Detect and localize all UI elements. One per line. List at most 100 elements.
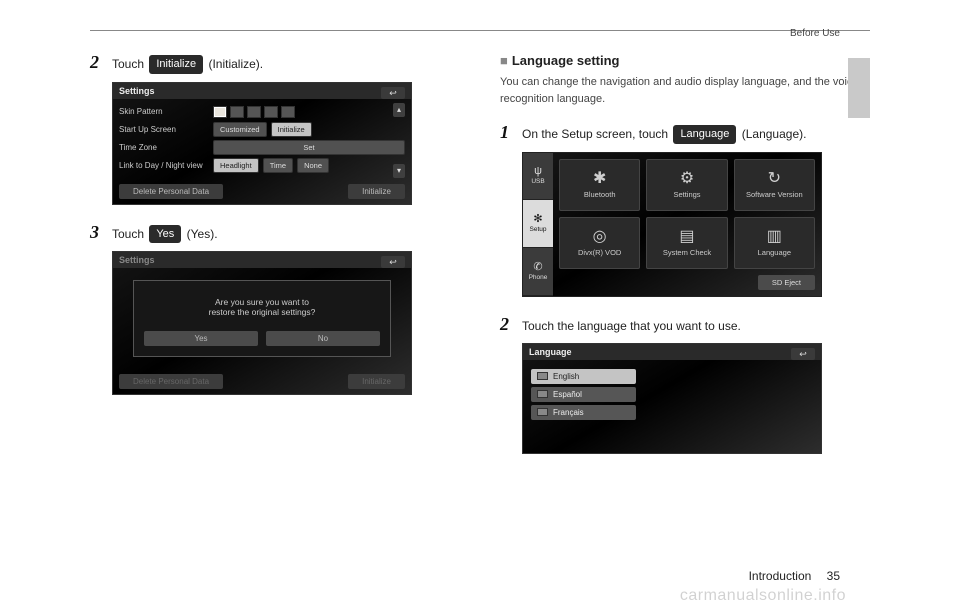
step-number: 2 (500, 315, 522, 335)
row-label: Start Up Screen (119, 125, 209, 134)
software-version-tile[interactable]: ↻ Software Version (734, 159, 815, 211)
chapter-name: Introduction (749, 569, 812, 583)
left-column: 2 Touch Initialize (Initialize). Setting… (90, 53, 460, 472)
book-icon: ▥ (767, 229, 782, 245)
step-2: 2 Touch Initialize (Initialize). (90, 53, 460, 74)
option-label: English (553, 372, 579, 381)
phone-tab[interactable]: ✆Phone (523, 248, 553, 296)
delete-personal-data-button[interactable]: Delete Personal Data (119, 184, 223, 199)
intro-text: You can change the navigation and audio … (500, 74, 870, 107)
step-text: Touch Yes (Yes). (112, 223, 218, 244)
no-button[interactable]: No (266, 331, 380, 346)
tab-label: Phone (529, 274, 548, 281)
set-button[interactable]: Set (213, 140, 405, 155)
text: (Initialize). (205, 57, 263, 71)
page-tab (848, 58, 870, 118)
system-check-tile[interactable]: ▤ System Check (646, 217, 727, 269)
shot-title: Language (523, 344, 821, 360)
customized-button[interactable]: Customized (213, 122, 267, 137)
swatch[interactable] (281, 106, 295, 118)
initialize-footer-button: Initialize (348, 374, 405, 389)
step-number: 2 (90, 53, 112, 74)
swatch[interactable] (213, 106, 227, 118)
bluetooth-tile[interactable]: ✱ Bluetooth (559, 159, 640, 211)
sd-eject-button[interactable]: SD Eject (758, 275, 815, 290)
yes-button[interactable]: Yes (144, 331, 258, 346)
language-chip: Language (673, 125, 736, 144)
shot-title: Settings (113, 252, 411, 268)
shot-title: Settings (113, 83, 411, 99)
row-label: Skin Pattern (119, 107, 209, 116)
language-option-spanish[interactable]: Español (531, 387, 636, 402)
right-column: ■ Language setting You can change the nav… (500, 53, 870, 472)
back-icon[interactable]: ↩ (791, 348, 815, 360)
tile-label: System Check (663, 248, 711, 257)
gear-icon: ⚙ (680, 171, 694, 187)
page-number: 35 (827, 569, 840, 583)
section-heading: ■ Language setting (500, 53, 870, 68)
step-text: Touch the language that you want to use. (522, 315, 741, 335)
step-3: 3 Touch Yes (Yes). (90, 223, 460, 244)
setup-screen-screenshot: ψUSB ✻Setup ✆Phone ✱Bluetooth ⚙Settings … (522, 152, 822, 297)
header-rule (90, 30, 870, 31)
skin-swatches[interactable] (213, 106, 295, 118)
step-text: Touch Initialize (Initialize). (112, 53, 263, 74)
usb-icon: ψ (534, 166, 542, 177)
flag-icon (537, 372, 548, 380)
confirm-dialog: Are you sure you want to restore the ori… (133, 280, 391, 357)
initialize-button[interactable]: Initialize (271, 122, 312, 137)
settings-tile[interactable]: ⚙ Settings (646, 159, 727, 211)
text: (Language). (738, 127, 806, 141)
phone-icon: ✆ (533, 262, 542, 273)
headlight-button[interactable]: Headlight (213, 158, 259, 173)
flag-icon (537, 390, 548, 398)
manual-page: Before Use 2 Touch Initialize (Initializ… (0, 0, 870, 611)
scroll-up-icon[interactable]: ▴ (393, 103, 405, 117)
time-button[interactable]: Time (263, 158, 293, 173)
usb-tab[interactable]: ψUSB (523, 153, 553, 201)
text: (Yes). (183, 227, 217, 241)
tile-label: Software Version (746, 190, 803, 199)
step-number: 3 (90, 223, 112, 244)
swatch[interactable] (230, 106, 244, 118)
dialog-line: restore the original settings? (144, 307, 380, 317)
back-icon[interactable]: ↩ (381, 87, 405, 99)
step-number: 1 (500, 123, 522, 144)
bluetooth-icon: ✱ (593, 171, 606, 187)
language-option-english[interactable]: English (531, 369, 636, 384)
back-icon[interactable]: ↩ (381, 256, 405, 268)
refresh-icon: ↻ (768, 171, 781, 187)
setup-tab[interactable]: ✻Setup (523, 200, 553, 248)
settings-screenshot: Settings ↩ ▴ ▾ Skin Pattern (112, 82, 412, 205)
tile-label: Bluetooth (584, 190, 616, 199)
initialize-footer-button[interactable]: Initialize (348, 184, 405, 199)
disc-icon: ◎ (593, 229, 607, 245)
swatch[interactable] (264, 106, 278, 118)
tile-label: Language (758, 248, 791, 257)
page-footer: Introduction 35 (749, 569, 840, 583)
divx-tile[interactable]: ◎ Divx(R) VOD (559, 217, 640, 269)
flag-icon (537, 408, 548, 416)
yes-chip: Yes (149, 225, 181, 244)
tile-label: Settings (673, 190, 700, 199)
language-option-french[interactable]: Français (531, 405, 636, 420)
dialog-line: Are you sure you want to (144, 297, 380, 307)
text: Touch (112, 57, 147, 71)
heading-text: Language setting (512, 53, 620, 68)
option-label: Français (553, 408, 584, 417)
swatch[interactable] (247, 106, 261, 118)
scroll-down-icon[interactable]: ▾ (393, 164, 405, 178)
tab-label: USB (531, 178, 544, 185)
step-text: On the Setup screen, touch Language (Lan… (522, 123, 806, 144)
confirm-dialog-screenshot: Settings ↩ Are you sure you want to rest… (112, 251, 412, 395)
tile-label: Divx(R) VOD (578, 248, 621, 257)
text: Touch (112, 227, 147, 241)
side-tabs: ψUSB ✻Setup ✆Phone (523, 153, 553, 296)
clipboard-icon: ▤ (679, 229, 694, 245)
header-section: Before Use (790, 28, 840, 39)
language-tile[interactable]: ▥ Language (734, 217, 815, 269)
text: On the Setup screen, touch (522, 127, 671, 141)
none-button[interactable]: None (297, 158, 329, 173)
tab-label: Setup (530, 226, 547, 233)
bullet-icon: ■ (500, 53, 508, 68)
